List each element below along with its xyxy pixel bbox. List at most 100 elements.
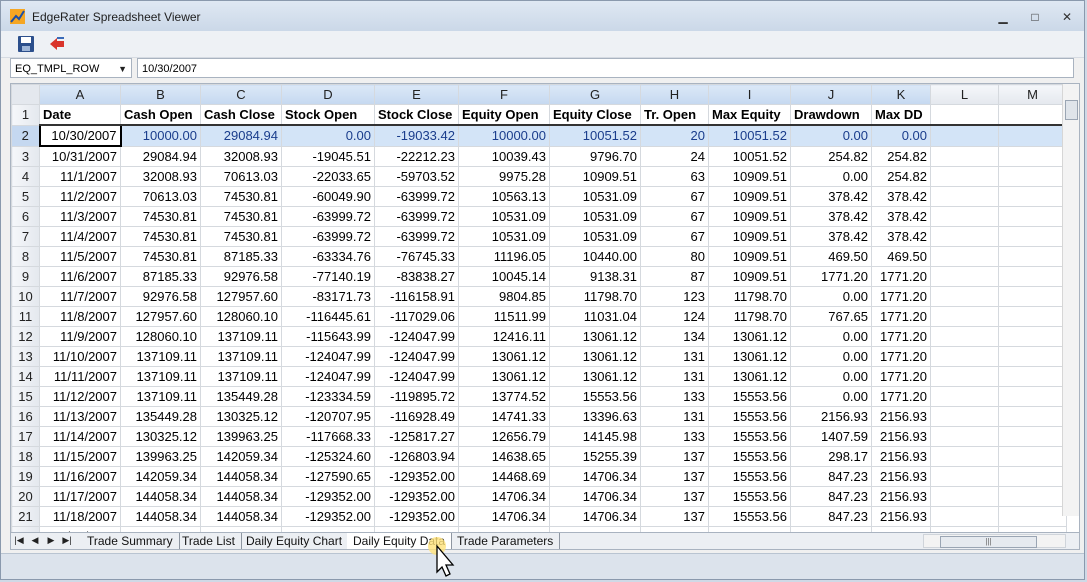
tab-trade-list[interactable]: Trade List: [176, 533, 242, 549]
data-cell[interactable]: 9804.85: [458, 286, 550, 307]
data-cell[interactable]: 13774.52: [458, 386, 550, 407]
data-cell[interactable]: -124047.99: [374, 326, 459, 347]
data-cell[interactable]: 0.00: [281, 124, 375, 147]
empty-cell[interactable]: [998, 386, 1067, 407]
data-cell[interactable]: 14706.34: [458, 506, 550, 527]
data-cell[interactable]: -116928.49: [374, 406, 459, 427]
data-cell[interactable]: 24: [640, 145, 709, 167]
data-cell[interactable]: 11/4/2007: [39, 226, 121, 247]
data-cell[interactable]: 74530.81: [200, 226, 282, 247]
data-cell[interactable]: 11031.04: [549, 306, 641, 327]
data-cell[interactable]: 144058.34: [200, 506, 282, 527]
data-cell[interactable]: 11/2/2007: [39, 186, 121, 207]
data-cell[interactable]: 15553.56: [708, 426, 791, 447]
data-cell[interactable]: 67: [640, 206, 709, 227]
data-cell[interactable]: 139963.25: [120, 446, 201, 467]
data-cell[interactable]: -22212.23: [374, 145, 459, 167]
data-cell[interactable]: 2156.93: [871, 446, 931, 467]
data-cell[interactable]: -83838.27: [374, 266, 459, 287]
data-cell[interactable]: 87185.33: [120, 266, 201, 287]
row-number[interactable]: 14: [11, 366, 40, 387]
data-cell[interactable]: 2156.93: [871, 486, 931, 507]
data-cell[interactable]: 0.00: [790, 326, 872, 347]
data-cell[interactable]: 14468.69: [458, 466, 550, 487]
data-cell[interactable]: -60049.90: [281, 186, 375, 207]
data-cell[interactable]: 15553.56: [708, 486, 791, 507]
empty-cell[interactable]: [930, 486, 999, 507]
data-cell[interactable]: 0.00: [790, 166, 872, 187]
empty-cell[interactable]: [998, 466, 1067, 487]
data-cell[interactable]: 254.82: [871, 166, 931, 187]
data-cell[interactable]: 1407.59: [790, 426, 872, 447]
data-cell[interactable]: 15553.56: [708, 446, 791, 467]
data-cell[interactable]: 11/12/2007: [39, 386, 121, 407]
data-cell[interactable]: -117668.33: [281, 426, 375, 447]
empty-cell[interactable]: [930, 145, 999, 167]
data-cell[interactable]: -124047.99: [374, 366, 459, 387]
column-header-i[interactable]: I: [708, 84, 791, 105]
data-cell[interactable]: 13061.12: [549, 326, 641, 347]
empty-cell[interactable]: [998, 366, 1067, 387]
data-cell[interactable]: 92976.58: [200, 266, 282, 287]
data-cell[interactable]: -129352.00: [374, 506, 459, 527]
empty-cell[interactable]: [998, 145, 1067, 167]
empty-cell[interactable]: [930, 226, 999, 247]
vertical-scroll-thumb[interactable]: [1065, 100, 1078, 120]
next-sheet-icon[interactable]: ▶: [45, 535, 57, 546]
data-cell[interactable]: 15553.56: [549, 386, 641, 407]
data-cell[interactable]: 137109.11: [200, 346, 282, 367]
data-cell[interactable]: 14706.34: [549, 486, 641, 507]
data-cell[interactable]: 70613.03: [200, 166, 282, 187]
empty-cell[interactable]: [930, 426, 999, 447]
empty-cell[interactable]: [930, 186, 999, 207]
data-cell[interactable]: -63999.72: [281, 206, 375, 227]
data-cell[interactable]: 14145.98: [549, 426, 641, 447]
data-cell[interactable]: 11196.05: [458, 246, 550, 267]
data-cell[interactable]: 144058.34: [200, 486, 282, 507]
data-cell[interactable]: -129352.00: [374, 466, 459, 487]
data-cell[interactable]: 11798.70: [708, 286, 791, 307]
empty-cell[interactable]: [930, 124, 999, 147]
data-cell[interactable]: 1771.20: [790, 266, 872, 287]
data-cell[interactable]: -63999.72: [281, 226, 375, 247]
data-cell[interactable]: 137109.11: [120, 366, 201, 387]
row-number[interactable]: 5: [11, 186, 40, 207]
data-cell[interactable]: 254.82: [790, 145, 872, 167]
data-cell[interactable]: 11/6/2007: [39, 266, 121, 287]
empty-cell[interactable]: [930, 386, 999, 407]
data-cell[interactable]: -115643.99: [281, 326, 375, 347]
data-cell[interactable]: 1771.20: [871, 286, 931, 307]
data-cell[interactable]: 127957.60: [200, 286, 282, 307]
data-cell[interactable]: 139963.25: [200, 426, 282, 447]
data-cell[interactable]: 130325.12: [200, 406, 282, 427]
data-cell[interactable]: 80: [640, 246, 709, 267]
column-header-c[interactable]: C: [200, 84, 282, 105]
header-cell[interactable]: Tr. Open: [640, 104, 709, 126]
data-cell[interactable]: -19045.51: [281, 145, 375, 167]
data-cell[interactable]: 137109.11: [200, 366, 282, 387]
empty-cell[interactable]: [998, 246, 1067, 267]
data-cell[interactable]: 11/16/2007: [39, 466, 121, 487]
data-cell[interactable]: -22033.65: [281, 166, 375, 187]
data-cell[interactable]: 131: [640, 406, 709, 427]
data-cell[interactable]: 10000.00: [120, 124, 201, 147]
empty-cell[interactable]: [998, 206, 1067, 227]
empty-cell[interactable]: [998, 124, 1067, 147]
data-cell[interactable]: -129352.00: [374, 486, 459, 507]
data-cell[interactable]: 11798.70: [549, 286, 641, 307]
empty-cell[interactable]: [930, 286, 999, 307]
data-cell[interactable]: -63999.72: [374, 206, 459, 227]
data-cell[interactable]: 378.42: [871, 226, 931, 247]
header-cell[interactable]: Date: [39, 104, 121, 126]
data-cell[interactable]: 254.82: [871, 145, 931, 167]
data-cell[interactable]: 20: [640, 124, 709, 147]
data-cell[interactable]: 9975.28: [458, 166, 550, 187]
data-cell[interactable]: 0.00: [790, 366, 872, 387]
formula-input[interactable]: 10/30/2007: [137, 58, 1074, 78]
empty-cell[interactable]: [998, 426, 1067, 447]
data-cell[interactable]: -129352.00: [281, 506, 375, 527]
data-cell[interactable]: 10440.00: [549, 246, 641, 267]
data-cell[interactable]: 10909.51: [708, 186, 791, 207]
header-cell[interactable]: Max Equity: [708, 104, 791, 126]
empty-cell[interactable]: [998, 506, 1067, 527]
